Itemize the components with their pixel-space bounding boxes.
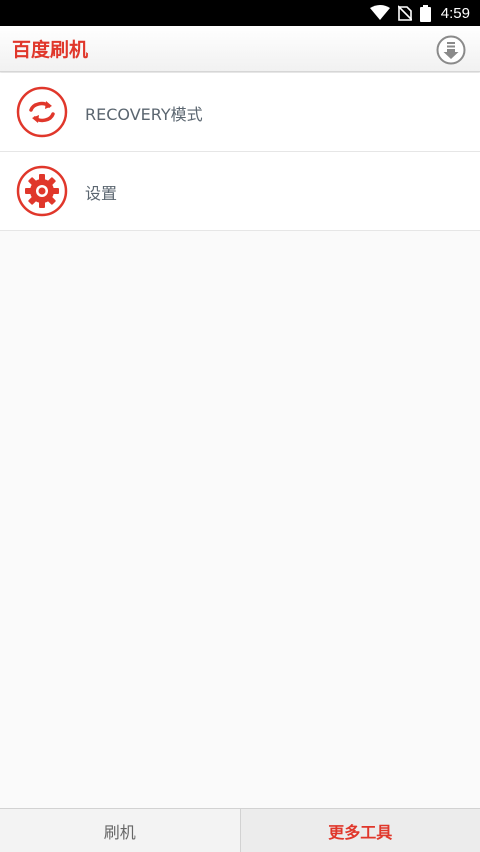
status-bar: 4:59 — [0, 0, 480, 26]
tab-more-tools[interactable]: 更多工具 — [240, 809, 480, 852]
menu-item-settings[interactable]: 设置 — [0, 152, 480, 231]
wifi-icon — [369, 5, 390, 20]
download-button[interactable] — [436, 35, 466, 65]
tools-menu-list: RECOVERY模式 设置 — [0, 73, 480, 231]
menu-item-label: RECOVERY模式 — [85, 105, 203, 124]
menu-item-label: 设置 — [85, 184, 118, 203]
no-sim-icon — [397, 5, 412, 21]
tab-flash[interactable]: 刷机 — [0, 809, 241, 852]
gear-icon — [16, 165, 68, 217]
download-icon — [436, 35, 466, 65]
battery-icon — [419, 4, 431, 22]
app-logo: 百度刷机 — [12, 39, 89, 61]
app-header: 百度刷机 — [0, 26, 480, 72]
status-time: 4:59 — [440, 4, 470, 22]
menu-item-recovery-mode[interactable]: RECOVERY模式 — [0, 73, 480, 152]
status-icons: 4:59 — [369, 0, 470, 26]
refresh-icon — [16, 86, 68, 138]
bottom-tab-bar: 刷机 更多工具 — [0, 808, 480, 852]
